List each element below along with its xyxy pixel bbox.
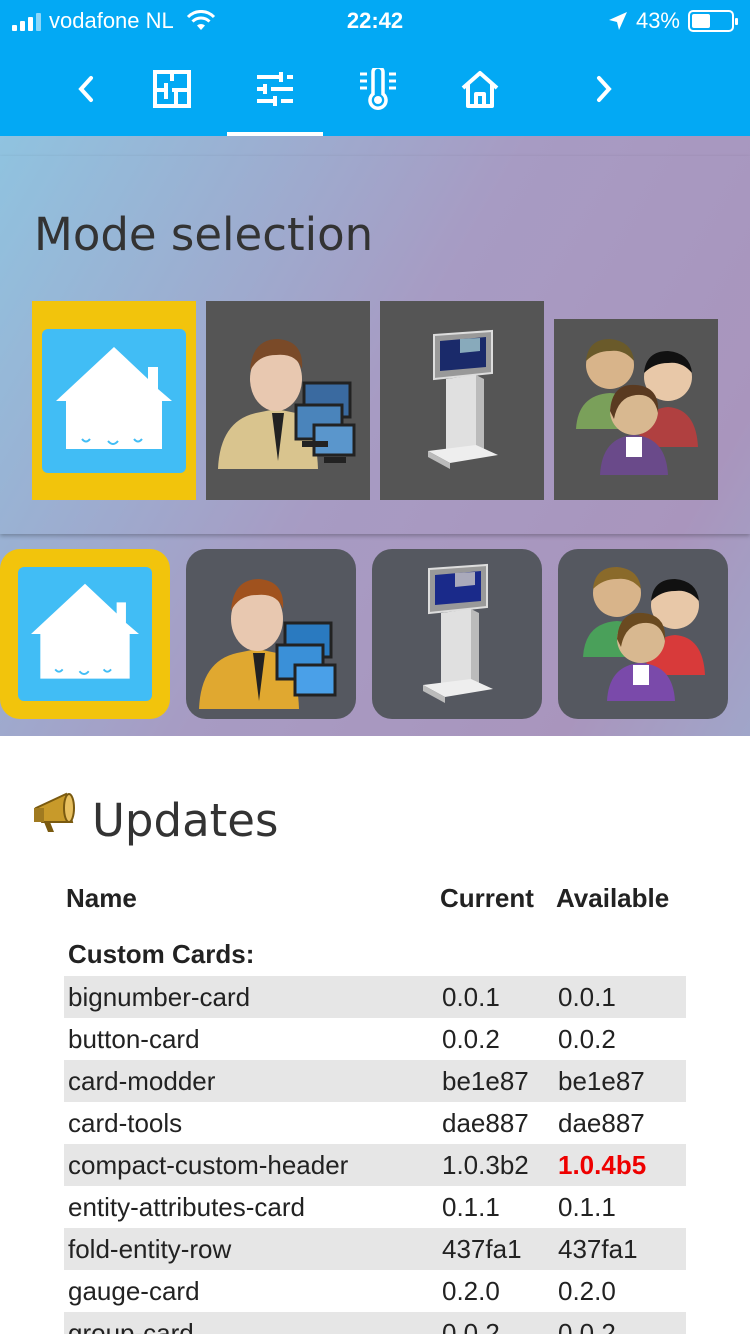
tab-floorplan[interactable] <box>124 42 220 136</box>
group-icon <box>583 567 705 701</box>
cell-available: 0.0.2 <box>554 1312 686 1334</box>
column-header-name: Name <box>66 882 137 913</box>
cell-available: 1.0.4b5 <box>554 1144 686 1186</box>
app-header: vodafone NL 22:42 43% <box>0 0 750 136</box>
tab-home[interactable] <box>432 42 528 136</box>
table-row: gauge-card 0.2.0 0.2.0 <box>64 1270 686 1312</box>
mode-home-button[interactable] <box>32 301 196 500</box>
cell-current: be1e87 <box>438 1060 554 1102</box>
table-row: group-card 0.0.2 0.0.2 <box>64 1312 686 1334</box>
group-icon <box>576 339 698 475</box>
view-tabs <box>0 42 750 136</box>
cell-current: 0.2.0 <box>442 1275 500 1306</box>
kiosk-icon <box>428 329 498 469</box>
cell-available: 0.1.1 <box>558 1191 616 1222</box>
cell-name: group-card <box>64 1312 438 1334</box>
office-worker-icon <box>218 339 356 469</box>
mode-kiosk-button[interactable] <box>380 301 544 500</box>
cell-current: 0.1.1 <box>442 1191 500 1222</box>
table-row: fold-entity-row 437fa1 437fa1 <box>64 1228 686 1270</box>
home-icon <box>461 71 499 108</box>
updates-table: Name Current Available Custom Cards: big… <box>64 876 686 1334</box>
table-row: compact-custom-header 1.0.3b2 1.0.4b5 <box>64 1144 686 1186</box>
location-arrow-icon <box>608 12 627 30</box>
card-title: Updates <box>92 794 279 847</box>
cell-available: 0.2.0 <box>558 1275 616 1306</box>
cell-current: 1.0.3b2 <box>438 1144 554 1186</box>
megaphone-icon <box>34 792 75 832</box>
floorplan-icon <box>153 70 191 108</box>
cell-current: 437fa1 <box>438 1228 554 1270</box>
table-row: entity-attributes-card 0.1.1 0.1.1 <box>64 1186 686 1228</box>
table-row: button-card 0.0.2 0.0.2 <box>64 1018 686 1060</box>
kiosk-icon <box>423 563 493 703</box>
cell-name: card-modder <box>64 1060 438 1102</box>
cell-current: dae887 <box>442 1107 529 1138</box>
office-worker-icon <box>199 579 337 709</box>
cell-available: dae887 <box>558 1107 645 1138</box>
status-bar: vodafone NL 22:42 43% <box>0 0 750 42</box>
quick-mode-office-button[interactable] <box>186 549 356 719</box>
card-title: Mode selection <box>34 208 374 261</box>
quick-mode-kiosk-button[interactable] <box>372 549 542 719</box>
cell-available: 437fa1 <box>554 1228 686 1270</box>
cell-name: fold-entity-row <box>64 1228 438 1270</box>
sliders-icon <box>257 72 293 106</box>
home-assistant-logo-icon <box>42 329 186 473</box>
home-assistant-logo-icon <box>18 567 152 701</box>
tab-scroll-right[interactable] <box>568 42 640 136</box>
cell-name: gauge-card <box>68 1275 200 1306</box>
tab-scroll-left[interactable] <box>50 42 122 136</box>
cell-name: compact-custom-header <box>64 1144 438 1186</box>
cell-name: entity-attributes-card <box>68 1191 305 1222</box>
cell-current: 0.0.2 <box>438 1312 554 1334</box>
cell-name: card-tools <box>68 1107 183 1138</box>
tab-controls[interactable] <box>227 42 323 136</box>
column-header-current: Current <box>440 882 534 913</box>
cell-current: 0.0.1 <box>438 976 554 1018</box>
quick-mode-group-button[interactable] <box>558 549 728 719</box>
table-row: card-tools dae887 dae887 <box>64 1102 686 1144</box>
tab-climate[interactable] <box>330 42 426 136</box>
mode-office-button[interactable] <box>206 301 370 500</box>
thermometer-icon <box>360 68 396 110</box>
cell-available: 0.0.2 <box>558 1023 616 1054</box>
table-row: bignumber-card 0.0.1 0.0.1 <box>64 976 686 1018</box>
quick-mode-home-button[interactable] <box>0 549 170 719</box>
cell-available: 0.0.1 <box>554 976 686 1018</box>
mode-group-button[interactable] <box>554 319 718 500</box>
cell-available: be1e87 <box>554 1060 686 1102</box>
cell-current: 0.0.2 <box>442 1023 500 1054</box>
chevron-right-icon <box>597 76 612 102</box>
column-header-available: Available <box>556 882 670 913</box>
section-label: Custom Cards: <box>68 939 255 969</box>
battery-percent: 43% <box>635 8 680 33</box>
chevron-left-icon <box>78 76 93 102</box>
battery-icon <box>688 10 738 32</box>
updates-card: Updates Name Current Available Custom Ca… <box>0 736 750 1334</box>
cell-name: button-card <box>68 1023 200 1054</box>
table-row: card-modder be1e87 be1e87 <box>64 1060 686 1102</box>
cell-name: bignumber-card <box>64 976 438 1018</box>
mode-selection-card: Mode selection <box>0 156 750 534</box>
